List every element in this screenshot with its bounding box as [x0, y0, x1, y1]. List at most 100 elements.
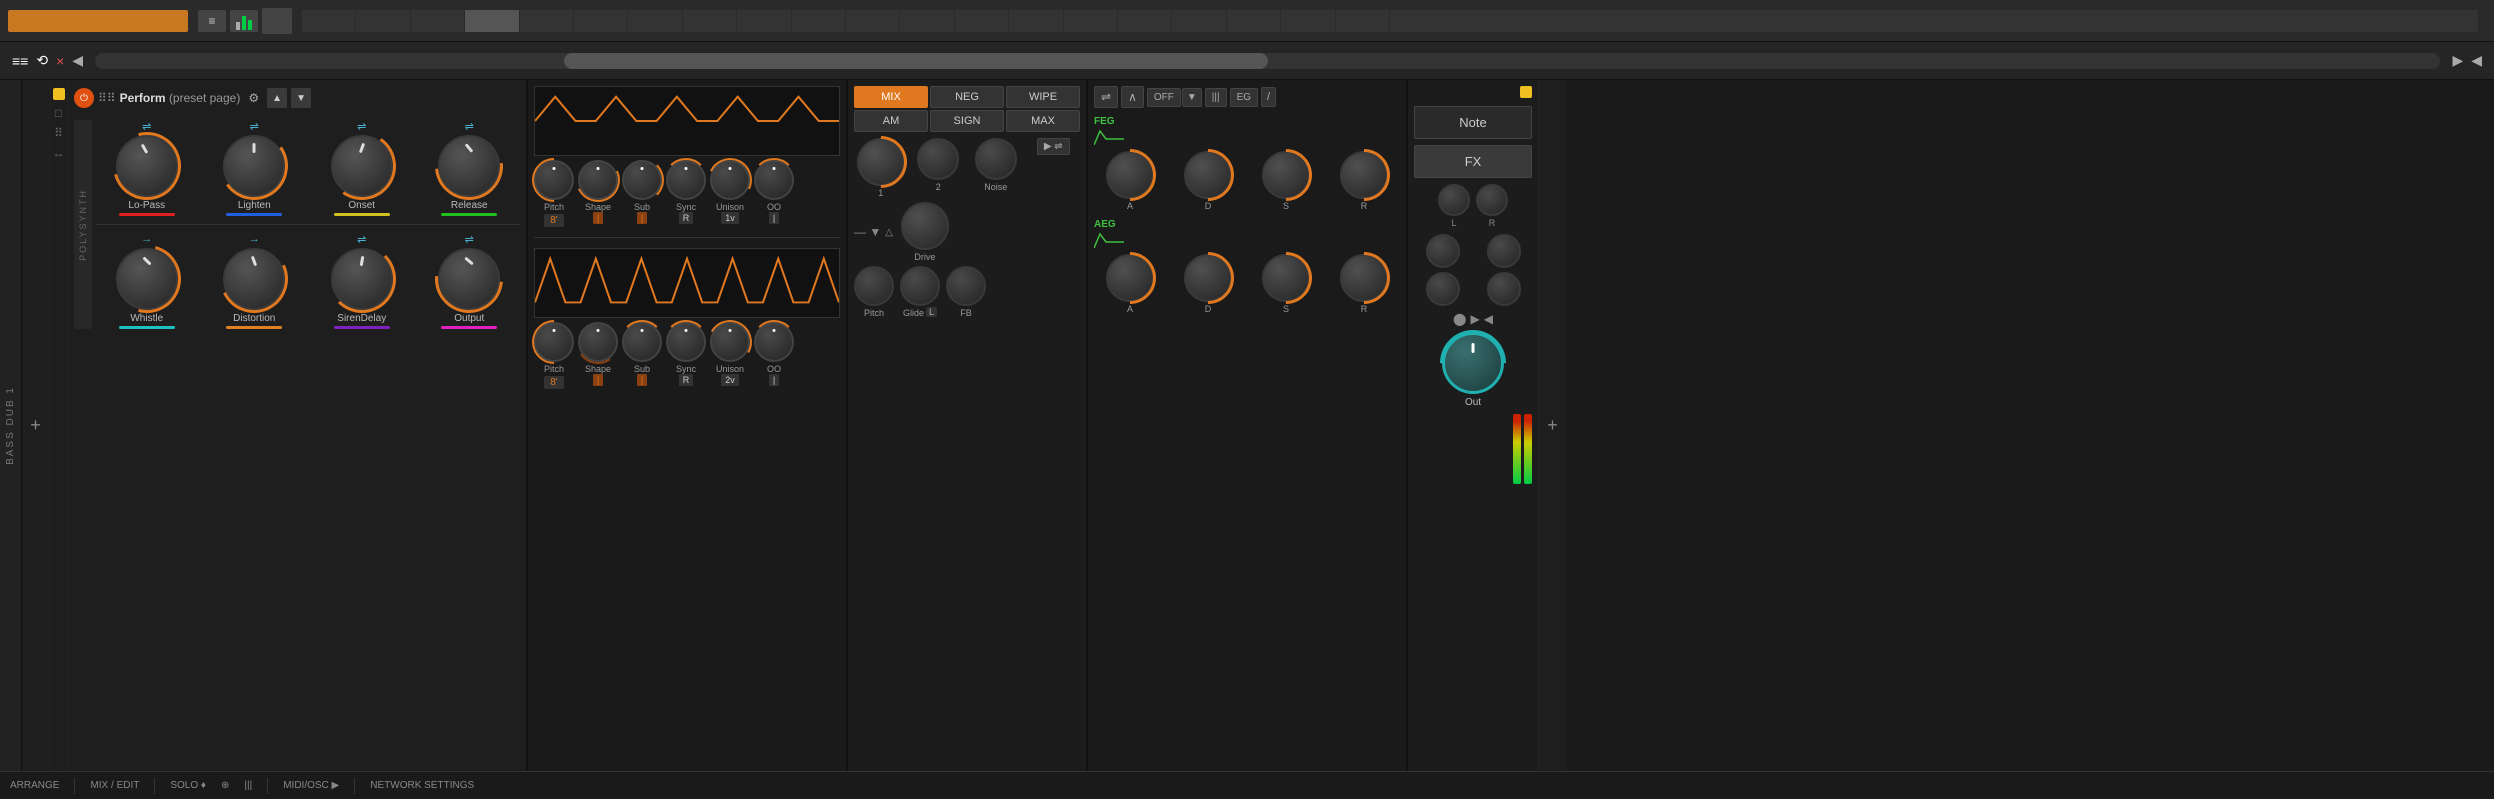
transport-vol-btn[interactable]: ◀	[1484, 312, 1493, 326]
mix-osc2-knob[interactable]	[917, 138, 959, 180]
close-btn[interactable]: ×	[56, 53, 64, 69]
osc1-shape-knob[interactable]	[578, 160, 618, 200]
power-button[interactable]: ⏻	[74, 88, 94, 108]
level-bars-btn[interactable]	[230, 10, 258, 32]
neg-btn[interactable]: NEG	[930, 86, 1004, 108]
osc2-oo-value[interactable]: |	[769, 374, 779, 386]
max-btn[interactable]: MAX	[1006, 110, 1080, 132]
rk1-knob[interactable]	[1426, 234, 1460, 268]
scrollbar-track[interactable]	[95, 53, 2440, 69]
onset-knob[interactable]	[331, 135, 393, 197]
osc2-unison-value[interactable]: 2v	[721, 374, 739, 386]
osc2-pitch-value[interactable]: 8'	[544, 376, 563, 389]
osc2-shape-value[interactable]: |	[593, 374, 603, 386]
osc2-unison-knob[interactable]	[710, 322, 750, 362]
wipe-btn[interactable]: WIPE	[1006, 86, 1080, 108]
glide-knob[interactable]	[900, 266, 940, 306]
aeg-r-knob[interactable]	[1340, 254, 1388, 302]
bottom-solo-btn[interactable]: SOLO ♦	[170, 780, 206, 791]
add-channel-btn-right[interactable]: +	[1541, 415, 1565, 436]
bottom-add-btn[interactable]: ⊕	[221, 780, 229, 791]
collapse-btn[interactable]: □	[55, 106, 62, 120]
minus-btn[interactable]: — ▼	[854, 225, 881, 239]
mix-osc1-knob[interactable]	[857, 138, 905, 186]
feg-a-knob[interactable]	[1106, 151, 1154, 199]
l-knob[interactable]	[1438, 184, 1470, 216]
osc2-sub-value[interactable]: |	[637, 374, 647, 386]
osc2-oo-knob[interactable]	[754, 322, 794, 362]
hamburger-menu-btn[interactable]: ≡	[198, 10, 226, 32]
r-knob[interactable]	[1476, 184, 1508, 216]
dots-btn[interactable]: ⠿	[54, 126, 63, 140]
add-channel-btn-left[interactable]: +	[24, 415, 48, 436]
sign-btn[interactable]: SIGN	[930, 110, 1004, 132]
bottom-network-btn[interactable]: NETWORK SETTINGS	[370, 780, 474, 791]
glide-l-btn[interactable]: L	[926, 307, 937, 317]
aeg-s-knob[interactable]	[1262, 254, 1310, 302]
osc1-sub-value[interactable]: |	[637, 212, 647, 224]
whistle-knob[interactable]	[116, 248, 178, 310]
osc1-unison-value[interactable]: 1v	[721, 212, 739, 224]
osc2-sync-knob[interactable]	[666, 322, 706, 362]
arrow-left2-btn[interactable]: ◀	[2471, 52, 2482, 69]
preset-up-btn[interactable]: ▲	[267, 88, 287, 108]
off-dropdown-arrow[interactable]: ▼	[1182, 88, 1202, 107]
bottom-midi-btn[interactable]: MIDI/OSC ▶	[283, 780, 339, 791]
mix-btn[interactable]: MIX	[854, 86, 928, 108]
lopass-knob[interactable]	[116, 135, 178, 197]
osc2-pitch-knob[interactable]	[534, 322, 574, 362]
osc1-unison-knob[interactable]	[710, 160, 750, 200]
sirendelay-knob[interactable]	[331, 248, 393, 310]
osc1-pitch-value[interactable]: 8'	[544, 214, 563, 227]
osc1-sub-knob[interactable]	[622, 160, 662, 200]
arrow-right-btn[interactable]: ▶	[2452, 52, 2463, 69]
osc2-sub-knob[interactable]	[622, 322, 662, 362]
note-btn[interactable]: Note	[1414, 106, 1532, 139]
fx-btn[interactable]: FX	[1414, 145, 1532, 178]
fb-knob[interactable]	[946, 266, 986, 306]
osc2-shape-knob[interactable]	[578, 322, 618, 362]
rk4-knob[interactable]	[1487, 272, 1521, 306]
osc1-sync-knob[interactable]	[666, 160, 706, 200]
drive-knob[interactable]	[901, 202, 949, 250]
bottom-mix-btn[interactable]: MIX / EDIT	[90, 780, 139, 791]
osc1-oo-knob[interactable]	[754, 160, 794, 200]
rk2-knob[interactable]	[1487, 234, 1521, 268]
osc1-oo-value[interactable]: |	[769, 212, 779, 224]
route-left-btn[interactable]: ▶ ⇌	[1037, 138, 1070, 155]
feg-s-knob[interactable]	[1262, 151, 1310, 199]
bottom-grid-btn[interactable]: |||	[244, 780, 252, 791]
bottom-arrange-btn[interactable]: ARRANGE	[10, 780, 59, 791]
pitch2-knob[interactable]	[854, 266, 894, 306]
feg-r-knob[interactable]	[1340, 151, 1388, 199]
osc1-sync-value[interactable]: R	[679, 212, 694, 224]
preset-settings-btn[interactable]: ⚙	[244, 89, 263, 107]
osc2-sync-value[interactable]: R	[679, 374, 694, 386]
arrow-left-btn[interactable]: ◀	[72, 52, 83, 69]
route-loop-btn[interactable]: ⇌	[1094, 86, 1118, 108]
preset-down-btn[interactable]: ▼	[291, 88, 311, 108]
mix-noise-knob[interactable]	[975, 138, 1017, 180]
transport-play-btn[interactable]: ▶	[1470, 312, 1479, 326]
rk3-knob[interactable]	[1426, 272, 1460, 306]
aeg-d-knob[interactable]	[1184, 254, 1232, 302]
osc1-pitch-knob[interactable]	[534, 160, 574, 200]
arrows-btn[interactable]: ↔	[53, 146, 65, 160]
grid-btn[interactable]: ≡≡	[12, 53, 28, 69]
aeg-a-knob[interactable]	[1106, 254, 1154, 302]
eg-btn[interactable]: EG	[1230, 88, 1258, 107]
lighten-knob[interactable]	[223, 135, 285, 197]
feg-d-knob[interactable]	[1184, 151, 1232, 199]
distortion-knob[interactable]	[223, 248, 285, 310]
route-tri-btn[interactable]: ∧	[1121, 86, 1144, 108]
off-btn[interactable]: OFF	[1147, 88, 1181, 107]
bars-btn[interactable]: |||	[1205, 88, 1227, 107]
release-knob[interactable]	[438, 135, 500, 197]
am-btn[interactable]: AM	[854, 110, 928, 132]
out-knob[interactable]	[1442, 332, 1504, 394]
loop-btn[interactable]: ⟲	[36, 52, 48, 69]
transport-start-btn[interactable]: ⬤	[1453, 312, 1466, 326]
output-knob[interactable]	[438, 248, 500, 310]
slash-btn[interactable]: /	[1261, 87, 1276, 107]
osc1-shape-value[interactable]: |	[593, 212, 603, 224]
